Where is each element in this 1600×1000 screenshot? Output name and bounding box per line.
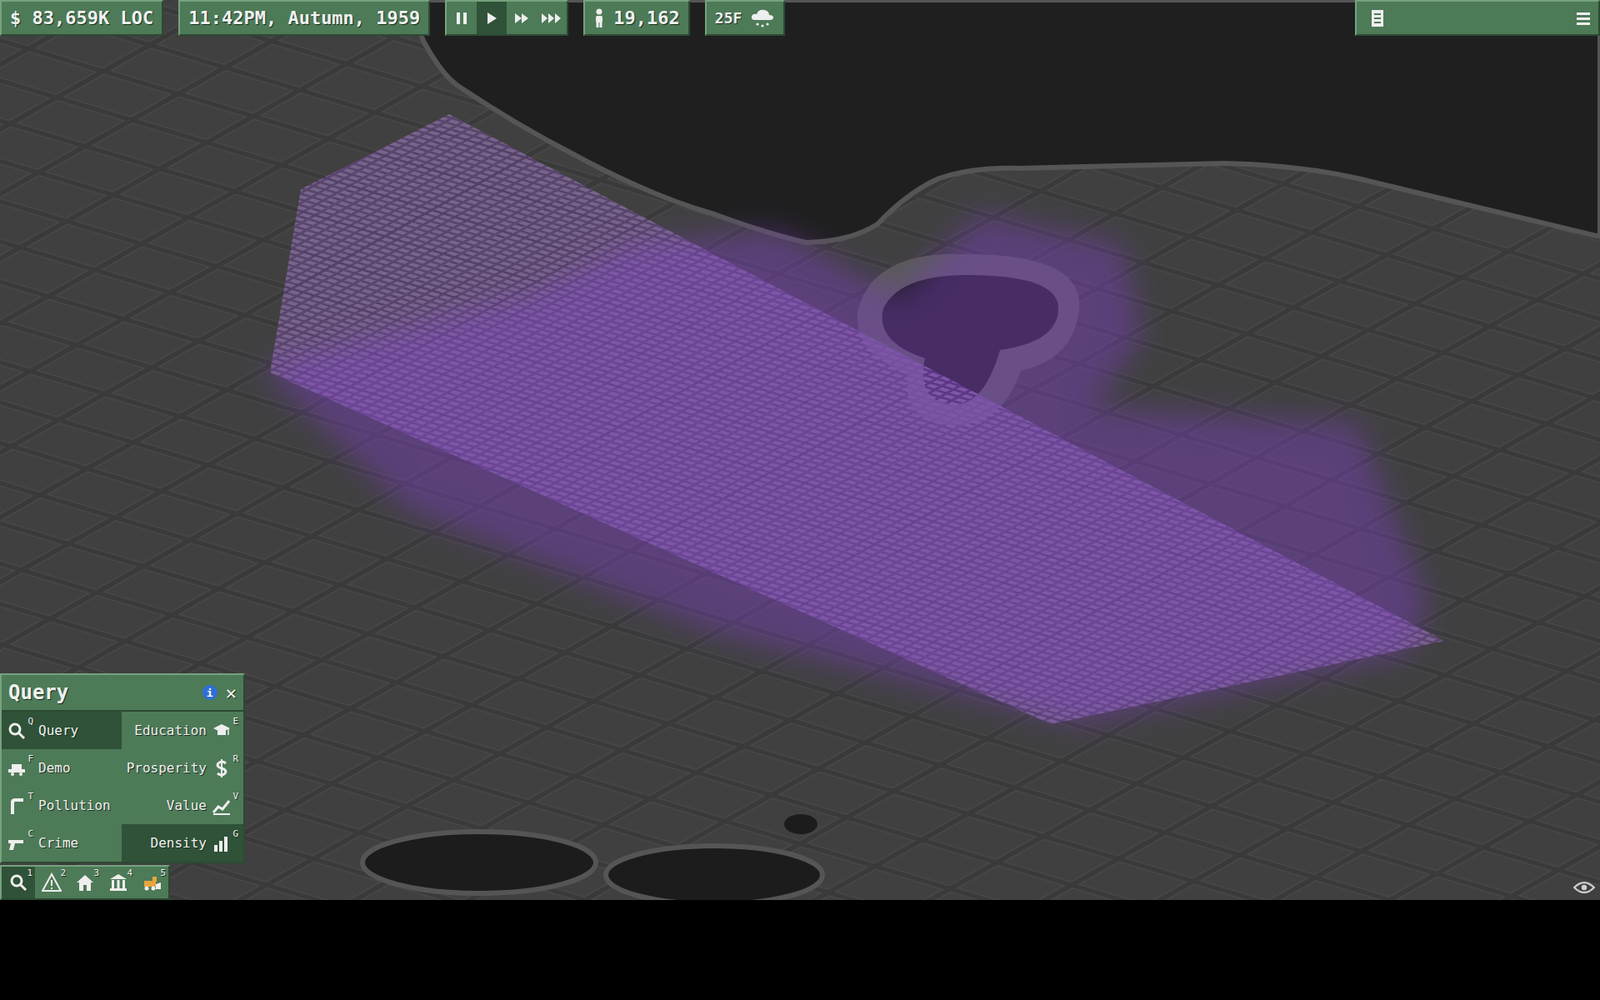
tool-toolbar: 1 2 3 4 5 [0,865,170,900]
buildings-icon [108,872,129,893]
pond [362,831,596,894]
panel-header: Queryi ✕ [1,675,244,712]
pond [784,814,818,835]
query-tool[interactable]: EducationE [121,711,244,750]
pollution-icon [6,795,27,816]
density-icon [211,833,232,854]
shortcut-key: C [27,828,34,840]
shortcut-key: 2 [60,867,66,879]
query-panel: Queryi✕QueryQEducationEDemoFProsperityRP… [0,673,245,864]
speed-button[interactable] [446,1,477,35]
game-screen: $ 83,659K LOC 11:42PM, Autumn, 1959 19,162… [0,0,1600,1000]
shortcut-key: V [232,790,239,802]
query-tool[interactable]: DensityG [121,824,244,862]
close-button[interactable]: ✕ [225,682,237,704]
pond [605,845,823,900]
tool-icon-wrap: G [211,833,239,854]
shortcut-key: Q [27,715,34,727]
zones-icon [75,872,95,893]
shortcut-key: 1 [26,867,33,879]
query-tools: QueryQEducationEDemoFProsperityRPollutio… [1,711,244,862]
play-icon [483,10,500,27]
query-tool[interactable]: ProsperityR [121,749,244,787]
money-display[interactable]: $ 83,659K LOC [0,0,164,36]
shortcut-key: E [232,715,239,727]
shortcut-key: F [27,753,34,765]
crime-icon [6,833,27,854]
query-tool[interactable]: QueryQ [1,711,122,750]
right-menu-bar [1355,0,1600,36]
query-tool[interactable]: CrimeC [1,824,122,862]
tool-label: Pollution [38,797,111,814]
tool-label: Demo [38,760,71,776]
tool-label: Prosperity [126,760,207,776]
roads-icon [141,872,162,893]
fastest-forward-icon [540,10,563,27]
tool-icon-wrap: F [6,758,34,779]
shortcut-key: G [232,828,239,840]
query-tool[interactable]: ValueV [121,786,244,825]
newspaper-icon[interactable] [1370,9,1385,28]
population-display[interactable]: 19,162 [583,0,690,36]
query-icon [8,872,29,893]
tool-label: Query [38,722,79,739]
tool-label: Education [134,722,207,739]
tool-icon-wrap: C [6,833,34,854]
top-bar: $ 83,659K LOC 11:42PM, Autumn, 1959 19,162… [0,0,1600,36]
query-tool[interactable]: DemoF [1,749,122,787]
tool-icon-wrap: V [211,795,239,816]
toolbar-button[interactable]: 3 [68,866,102,899]
date-display[interactable]: 11:42PM, Autumn, 1959 [178,0,430,36]
speed-button[interactable] [536,1,567,35]
shortcut-key: 3 [93,867,100,879]
tool-label: Crime [38,835,79,851]
menu-icon[interactable] [1575,10,1592,27]
shortcut-key: R [232,753,239,765]
speed-controls [445,0,569,36]
tool-icon-wrap: T [6,795,34,816]
info-button[interactable]: i [202,685,218,700]
toolbar-button[interactable]: 4 [101,866,135,899]
alerts-icon [41,872,62,893]
snow-cloud-icon [750,8,775,29]
query-icon [6,720,27,741]
toolbar-button[interactable]: 2 [35,866,69,899]
speed-button[interactable] [506,1,537,35]
education-icon [211,720,232,741]
tool-icon-wrap: R [211,758,239,779]
density-core [270,114,1445,725]
pause-icon [453,10,470,27]
tool-label: Density [150,835,207,851]
toolbar-button[interactable]: 5 [135,866,169,899]
tool-icon-wrap: Q [6,720,34,741]
value-icon [211,795,232,816]
eye-icon[interactable] [1573,880,1595,895]
tool-label: Value [166,797,207,814]
shortcut-key: 5 [160,867,166,879]
shortcut-key: T [27,790,34,802]
speed-button[interactable] [476,1,507,35]
fast-forward-icon [513,10,530,27]
tool-icon-wrap: E [211,720,239,741]
person-icon [593,8,605,29]
demo-icon [6,758,27,779]
weather-display[interactable]: 25F [705,0,786,36]
toolbar-button[interactable]: 1 [1,866,35,899]
query-tool[interactable]: PollutionT [1,786,122,825]
panel-title: Query [8,680,195,705]
shortcut-key: 4 [126,867,133,879]
prosperity-icon [211,758,232,779]
